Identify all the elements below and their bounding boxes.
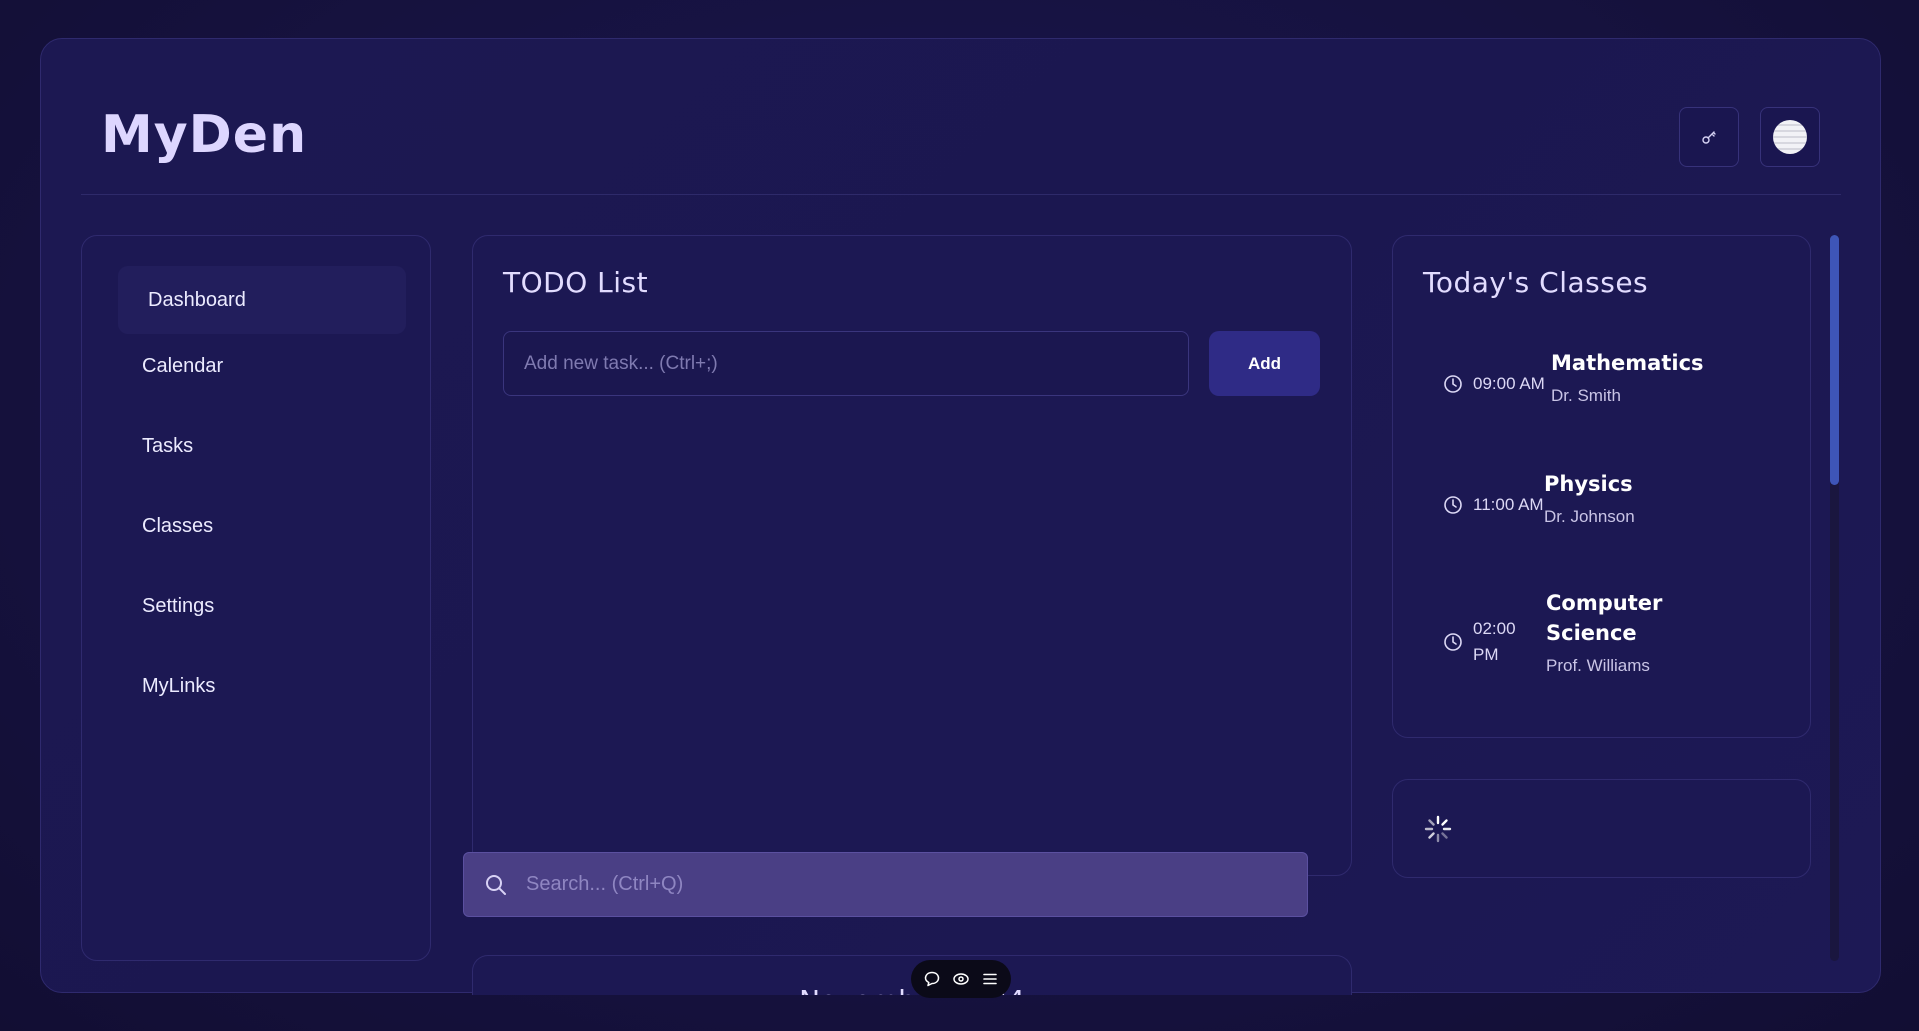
key-icon <box>1702 131 1716 144</box>
class-subject: Mathematics <box>1551 351 1704 375</box>
class-subject: Physics <box>1544 472 1633 496</box>
loading-widget <box>1392 779 1811 878</box>
search-input[interactable] <box>526 873 1307 896</box>
sidebar-item-calendar[interactable]: Calendar <box>82 333 430 399</box>
search-bar[interactable] <box>463 852 1308 917</box>
sidebar: Dashboard Calendar Tasks Classes Setting… <box>81 235 431 961</box>
todo-card: TODO List Add <box>472 235 1352 876</box>
class-time-label: 09:00 AM <box>1473 374 1545 393</box>
todo-title: TODO List <box>503 266 649 299</box>
class-time-label: 11:00 AM <box>1473 495 1544 514</box>
search-icon <box>486 874 506 895</box>
profile-button[interactable] <box>1760 107 1820 167</box>
header <box>81 39 1841 195</box>
sidebar-item-label: MyLinks <box>142 674 216 697</box>
loading-spinner-icon <box>1424 815 1452 843</box>
class-time: 09:00 AM <box>1443 374 1545 394</box>
class-teacher: Prof. Williams <box>1546 656 1650 675</box>
scrollbar[interactable] <box>1830 235 1839 961</box>
sidebar-item-label: Tasks <box>142 434 194 457</box>
chat-icon[interactable] <box>923 970 941 988</box>
class-time: 02:00 PM <box>1443 616 1527 668</box>
app-logo: MyDen <box>101 105 308 165</box>
app-window: MyDen Dashboard Calendar Tasks Classes S… <box>40 38 1881 995</box>
sidebar-item-label: Dashboard <box>148 288 246 311</box>
sidebar-item-label: Settings <box>142 594 215 617</box>
new-task-input[interactable] <box>503 331 1189 396</box>
sidebar-item-mylinks[interactable]: MyLinks <box>82 653 430 719</box>
class-teacher: Dr. Johnson <box>1544 507 1635 526</box>
classes-title: Today's Classes <box>1423 266 1649 299</box>
clock-icon <box>1444 375 1462 393</box>
eye-icon[interactable] <box>952 970 970 988</box>
todays-classes-card: Today's Classes 09:00 AM Mathematics Dr.… <box>1392 235 1811 738</box>
add-task-button[interactable]: Add <box>1209 331 1320 396</box>
class-teacher: Dr. Smith <box>1551 386 1621 405</box>
class-time: 11:00 AM <box>1443 495 1544 515</box>
sidebar-item-classes[interactable]: Classes <box>82 493 430 559</box>
sidebar-item-label: Classes <box>142 514 214 537</box>
scrollbar-thumb[interactable] <box>1830 235 1839 485</box>
class-subject: Computer Science <box>1546 591 1663 645</box>
avatar <box>1773 120 1807 154</box>
sidebar-item-settings[interactable]: Settings <box>82 573 430 639</box>
sidebar-item-tasks[interactable]: Tasks <box>82 413 430 479</box>
clock-icon <box>1444 633 1462 651</box>
key-button[interactable] <box>1679 107 1739 167</box>
floating-toolbar <box>911 960 1011 998</box>
sidebar-item-dashboard[interactable]: Dashboard <box>118 266 406 334</box>
class-time-label: 02:00 PM <box>1473 619 1516 664</box>
menu-icon[interactable] <box>981 970 999 988</box>
clock-icon <box>1444 496 1462 514</box>
sidebar-item-label: Calendar <box>142 354 224 377</box>
